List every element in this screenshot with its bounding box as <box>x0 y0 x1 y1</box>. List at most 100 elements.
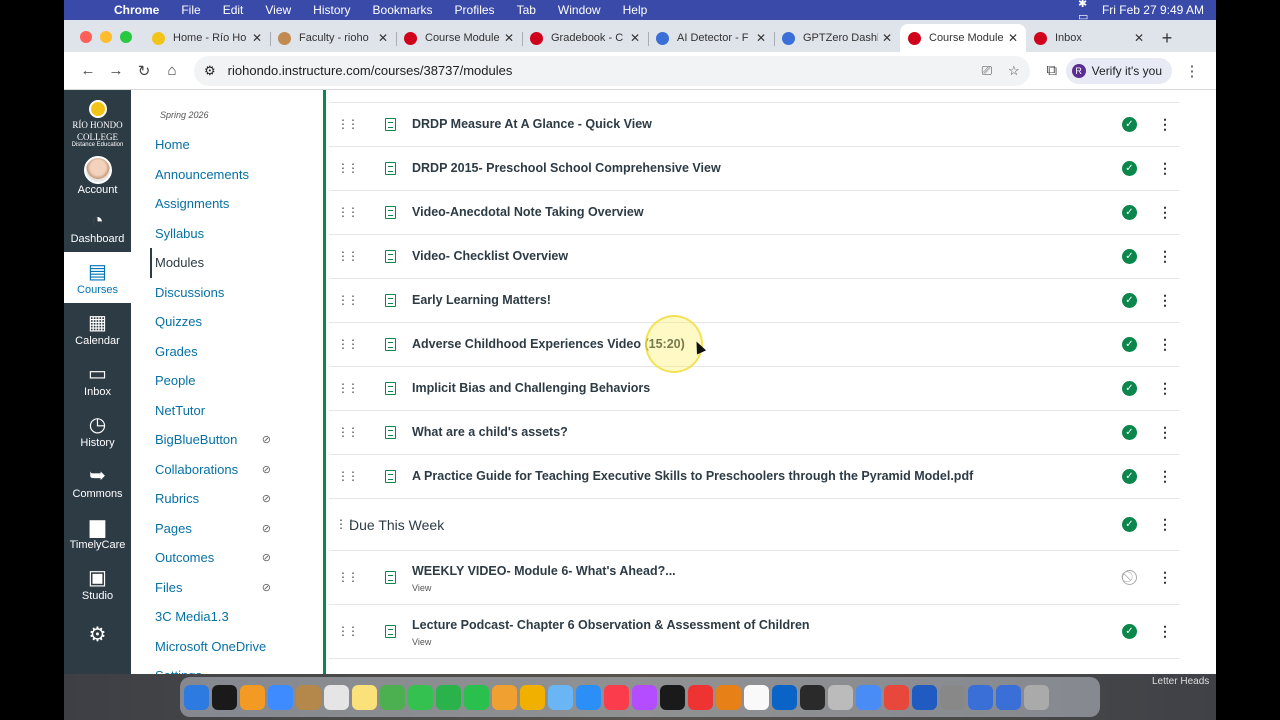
kebab-menu-icon[interactable]: ⋮ <box>1158 116 1172 133</box>
module-item-title[interactable]: Video- Checklist Overview <box>412 249 568 263</box>
kebab-menu-icon[interactable]: ⋮ <box>1158 468 1172 485</box>
module-item-row[interactable]: ⋮⋮Discussion #6- Observation & Assessmen… <box>329 659 1179 674</box>
back-arrow-icon[interactable]: ← <box>74 57 102 85</box>
browser-tab[interactable]: AI Detector - F ✕ <box>648 24 774 52</box>
minimize-window-button[interactable] <box>100 31 112 43</box>
dock-app-icon[interactable] <box>632 684 657 710</box>
kebab-menu-icon[interactable]: ⋮ <box>1158 380 1172 397</box>
hidden-eye-icon[interactable]: ⊘ <box>262 551 271 564</box>
dock-app-icon[interactable] <box>184 684 209 710</box>
menu-item-profiles[interactable]: Profiles <box>455 3 495 17</box>
dock-app-icon[interactable] <box>324 684 349 710</box>
module-item-subtext[interactable]: View <box>412 637 431 647</box>
dock-app-icon[interactable] <box>716 684 741 710</box>
browser-tab[interactable]: Home - Río Ho ✕ <box>144 24 270 52</box>
dock-app-icon[interactable] <box>996 684 1021 710</box>
bookmark-star-icon[interactable]: ☆ <box>1008 63 1020 79</box>
course-nav-outcomes[interactable]: Outcomes ⊘ <box>131 543 323 573</box>
module-item-row[interactable]: ⋮⋮ Early Learning Matters! ✓ ⋮ <box>329 279 1179 323</box>
menubar-clock[interactable]: Fri Feb 27 9:49 AM <box>1102 3 1204 17</box>
menu-item-history[interactable]: History <box>313 3 350 17</box>
global-nav-timelycare[interactable]: ▆ TimelyCare <box>64 507 131 558</box>
dock-app-icon[interactable] <box>408 684 433 710</box>
hidden-eye-icon[interactable]: ⊘ <box>262 433 271 446</box>
course-nav-assignments[interactable]: Assignments <box>131 189 323 219</box>
global-nav-calendar[interactable]: ▦ Calendar <box>64 303 131 354</box>
address-bar[interactable]: ⚙ riohondo.instructure.com/courses/38737… <box>194 55 1030 86</box>
menu-item-tab[interactable]: Tab <box>517 3 536 17</box>
site-info-icon[interactable]: ⚙ <box>204 63 216 79</box>
published-check-icon[interactable]: ✓ <box>1122 293 1137 308</box>
module-item-title[interactable]: What are a child's assets? <box>412 425 568 439</box>
global-nav-dashboard[interactable]: ◔ Dashboard <box>64 201 131 252</box>
tab-close-icon[interactable]: ✕ <box>1008 31 1018 45</box>
drag-handle-icon[interactable]: ⋮⋮ <box>337 249 359 263</box>
module-header[interactable]: ⋮⋮ Due This Week ✓ ⋮ <box>329 499 1179 551</box>
module-item-title[interactable]: DRDP Measure At A Glance - Quick View <box>412 117 652 131</box>
published-check-icon[interactable]: ✓ <box>1122 249 1137 264</box>
module-item-row[interactable]: ⋮⋮ Adverse Childhood Experiences Video (1… <box>329 323 1179 367</box>
dock-app-icon[interactable] <box>268 684 293 710</box>
dock-app-icon[interactable] <box>884 684 909 710</box>
course-nav-modules[interactable]: Modules <box>150 248 323 278</box>
menu-item-view[interactable]: View <box>265 3 291 17</box>
zoom-window-button[interactable] <box>120 31 132 43</box>
new-tab-button[interactable]: + <box>1152 24 1182 52</box>
dock-app-icon[interactable] <box>856 684 881 710</box>
kebab-menu-icon[interactable]: ⋮ <box>1158 204 1172 221</box>
module-item-title[interactable]: A Practice Guide for Teaching Executive … <box>412 469 973 483</box>
kebab-menu-icon[interactable]: ⋮ <box>1158 248 1172 265</box>
module-item-title[interactable]: Implicit Bias and Challenging Behaviors <box>412 381 650 395</box>
status-icons[interactable]: ◐ ⬤ ◂) ✱ ▭ ◠ ⌕ ≡ <box>1078 0 1092 61</box>
global-nav-inbox[interactable]: ▭ Inbox <box>64 354 131 405</box>
module-item-row[interactable]: ⋮⋮ DRDP 2015- Preschool School Comprehens… <box>329 147 1179 191</box>
published-check-icon[interactable]: ✓ <box>1122 205 1137 220</box>
module-item-title[interactable]: Video-Anecdotal Note Taking Overview <box>412 205 644 219</box>
module-item-title[interactable]: Lecture Podcast- Chapter 6 Observation &… <box>412 618 810 632</box>
course-nav-home[interactable]: Home <box>131 130 323 160</box>
course-nav-pages[interactable]: Pages ⊘ <box>131 514 323 544</box>
menu-item-bookmarks[interactable]: Bookmarks <box>373 3 433 17</box>
course-nav-discussions[interactable]: Discussions <box>131 278 323 308</box>
tab-close-icon[interactable]: ✕ <box>756 31 766 45</box>
module-item-row[interactable]: ⋮⋮ Video- Checklist Overview ✓ ⋮ <box>329 235 1179 279</box>
course-nav-rubrics[interactable]: Rubrics ⊘ <box>131 484 323 514</box>
tab-close-icon[interactable]: ✕ <box>1134 31 1144 45</box>
install-app-icon[interactable]: ⎚ <box>982 63 992 79</box>
global-nav-studio[interactable]: ▣ Studio <box>64 558 131 609</box>
dock-app-icon[interactable] <box>520 684 545 710</box>
module-title[interactable]: Due This Week <box>349 517 444 533</box>
verify-profile-button[interactable]: R Verify it's you <box>1065 57 1172 84</box>
dock-app-icon[interactable] <box>912 684 937 710</box>
browser-tab[interactable]: Course Module ✕ <box>396 24 522 52</box>
module-item-row[interactable]: ⋮⋮ WEEKLY VIDEO- Module 6- What's Ahead?.… <box>329 551 1179 605</box>
kebab-menu-icon[interactable]: ⋮ <box>1158 424 1172 441</box>
global-nav-account[interactable]: Account <box>64 150 131 201</box>
drag-handle-icon[interactable]: ⋮⋮ <box>337 624 359 638</box>
published-check-icon[interactable]: ✓ <box>1122 517 1137 532</box>
global-nav-history[interactable]: ◷ History <box>64 405 131 456</box>
kebab-menu-icon[interactable]: ⋮ <box>1158 292 1172 309</box>
unpublished-icon[interactable]: ⃠ <box>1122 570 1137 585</box>
dock-app-icon[interactable] <box>380 684 405 710</box>
dock-app-icon[interactable] <box>968 684 993 710</box>
menu-item-help[interactable]: Help <box>623 3 648 17</box>
dock-app-icon[interactable] <box>800 684 825 710</box>
module-item-title[interactable]: WEEKLY VIDEO- Module 6- What's Ahead?... <box>412 564 676 578</box>
published-check-icon[interactable]: ✓ <box>1122 337 1137 352</box>
drag-handle-icon[interactable]: ⋮⋮ <box>337 117 359 131</box>
browser-tab[interactable]: Inbox ✕ <box>1026 24 1152 52</box>
drag-handle-icon[interactable]: ⋮⋮ <box>337 469 359 483</box>
chrome-menu-icon[interactable]: ⋮ <box>1178 57 1206 85</box>
global-nav-courses[interactable]: ▤ Courses <box>64 252 131 303</box>
dock-app-icon[interactable] <box>436 684 461 710</box>
browser-tab[interactable]: Faculty - rioho ✕ <box>270 24 396 52</box>
dock-app-icon[interactable] <box>772 684 797 710</box>
dock-app-icon[interactable] <box>296 684 321 710</box>
dock-app-icon[interactable] <box>744 684 769 710</box>
course-nav-settings[interactable]: Settings <box>131 661 323 674</box>
module-item-row[interactable]: ⋮⋮ Video-Anecdotal Note Taking Overview ✓ ⋮ <box>329 191 1179 235</box>
hidden-eye-icon[interactable]: ⊘ <box>262 463 271 476</box>
drag-handle-icon[interactable]: ⋮⋮ <box>337 381 359 395</box>
hidden-eye-icon[interactable]: ⊘ <box>262 522 271 535</box>
